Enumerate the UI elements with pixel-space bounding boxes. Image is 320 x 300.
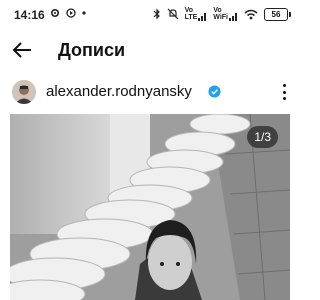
media-icon (66, 8, 76, 18)
signal-label: LTE (184, 14, 198, 21)
status-time: 14:16 (14, 8, 45, 22)
author-name[interactable]: alexander.rodnyansky (46, 83, 192, 100)
signal-icon: Vo LTE (185, 7, 208, 21)
post-author-row: alexander.rodnyansky (0, 76, 300, 108)
status-bar: 14:16 Vo LTE Vo WiFi 56 (0, 0, 300, 30)
image-counter: 1/3 (247, 126, 278, 148)
status-left-icons (50, 8, 86, 18)
header: Дописи (0, 34, 300, 66)
page-title: Дописи (58, 40, 126, 60)
signal-label: WiFi (213, 14, 228, 21)
gear-icon (50, 8, 60, 18)
bluetooth-icon (153, 8, 160, 20)
post-image[interactable]: 1/3 (10, 114, 290, 300)
mute-icon (167, 8, 179, 20)
more-options-button[interactable] (276, 82, 292, 102)
verified-badge-icon (208, 85, 221, 98)
signal-label: Vo (213, 7, 222, 14)
status-right-icons: Vo LTE Vo WiFi 56 (153, 7, 291, 21)
dot-icon (82, 11, 86, 15)
back-button[interactable] (8, 38, 36, 62)
wifi-signal-icon: Vo WiFi (213, 7, 238, 21)
signal-label: Vo (184, 7, 194, 14)
back-arrow-icon (12, 42, 31, 58)
avatar[interactable] (12, 80, 36, 104)
wifi-icon (244, 9, 258, 19)
battery-icon: 56 (264, 7, 291, 21)
more-vertical-icon (282, 84, 286, 87)
